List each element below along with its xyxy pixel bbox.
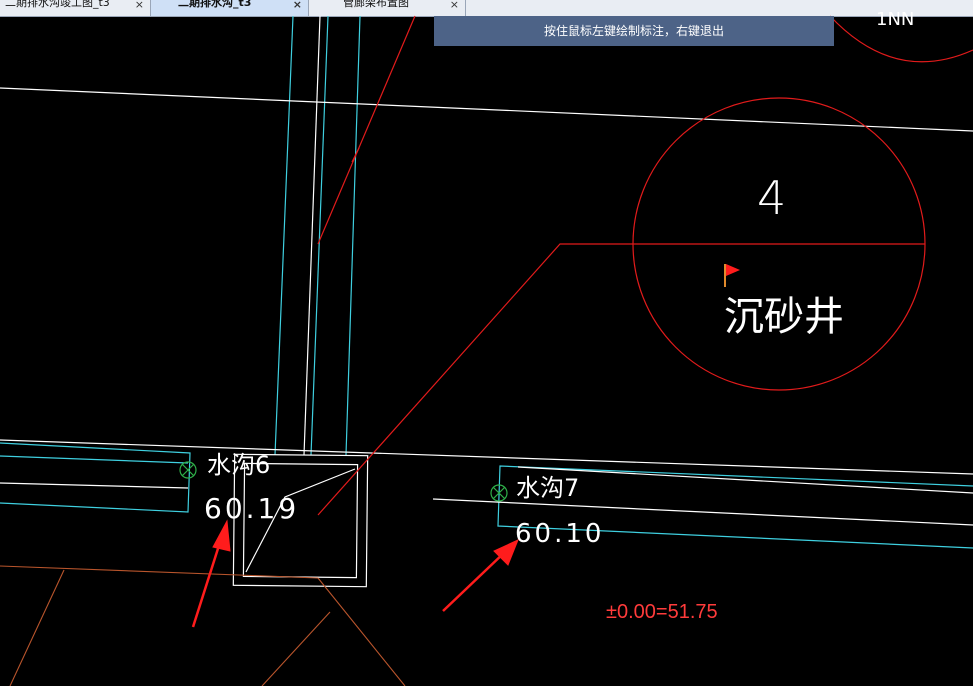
boundary-orange-lines bbox=[0, 565, 406, 686]
survey-point-icon bbox=[179, 461, 197, 479]
command-prompt-banner: 按住鼠标左键绘制标注，右键退出 bbox=[434, 16, 834, 46]
cad-drawing-canvas[interactable]: 1NN 4 沉砂井 水沟6 60.19 水沟7 60.10 bbox=[0, 0, 973, 686]
well-label: 沉砂井 bbox=[724, 294, 844, 340]
flag-icon bbox=[724, 264, 740, 287]
well-number: 4 bbox=[757, 171, 786, 225]
datum-elevation-note: ±0.00=51.75 bbox=[606, 601, 718, 623]
channel-7-label: 水沟7 bbox=[516, 474, 579, 502]
top-right-text-fragment: 1NN bbox=[876, 9, 914, 30]
channel-cyan-lines bbox=[0, 15, 973, 549]
arrow-annotation-icon bbox=[442, 539, 519, 612]
leader-red-lines bbox=[317, 15, 973, 516]
channel-7-elevation: 60.10 bbox=[515, 519, 604, 549]
channel-6-label: 水沟6 bbox=[207, 451, 270, 479]
channel-6-elevation: 60.19 bbox=[204, 492, 299, 525]
